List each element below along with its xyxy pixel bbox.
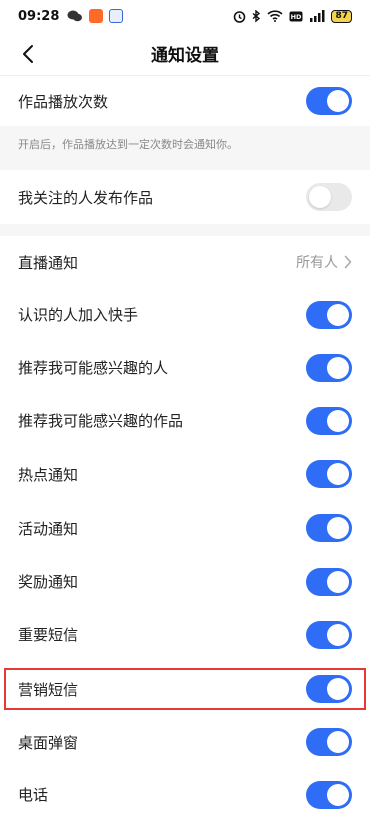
battery-indicator: 87: [331, 9, 352, 23]
setting-label: 推荐我可能感兴趣的人: [18, 359, 169, 377]
setting-row-marketing-sms: 营销短信: [0, 661, 370, 717]
setting-label: 活动通知: [18, 519, 79, 538]
toggle-switch[interactable]: [306, 728, 352, 756]
signal-icon: [310, 10, 325, 22]
toggle-knob: [327, 623, 349, 646]
kuaishou-app-icon: [89, 9, 104, 23]
setting-label: 推荐我可能感兴趣的作品: [18, 412, 184, 430]
section-divider: [0, 224, 370, 236]
toggle-knob: [327, 570, 349, 593]
toggle-knob: [327, 303, 349, 326]
chevron-right-icon: [344, 255, 352, 269]
svg-text:HD: HD: [291, 13, 302, 21]
toggle-knob: [327, 731, 349, 753]
toggle-switch[interactable]: [306, 300, 352, 329]
app-icon: [109, 9, 124, 23]
toggle-knob: [327, 783, 349, 806]
toggle-play-count[interactable]: [306, 87, 352, 115]
setting-row-play-count: 作品播放次数: [0, 76, 370, 126]
setting-row: 电话: [0, 767, 370, 822]
toggle-switch[interactable]: [306, 620, 352, 649]
setting-label: 电话: [18, 786, 49, 804]
toggle-knob: [327, 463, 349, 485]
page-title: 通知设置: [151, 46, 219, 66]
setting-row-follow-post: 我关注的人发布作品: [0, 170, 370, 224]
back-button[interactable]: [14, 40, 42, 68]
setting-row: 重要短信: [0, 608, 370, 661]
toggle-switch[interactable]: [306, 514, 352, 542]
setting-row: 活动通知: [0, 501, 370, 555]
setting-label: 直播通知: [18, 253, 79, 272]
setting-label: 奖励通知: [18, 573, 79, 591]
setting-row: 桌面弹窗: [0, 717, 370, 767]
toggle-switch[interactable]: [306, 406, 352, 435]
toggle-knob: [327, 90, 349, 112]
wechat-icon: [67, 10, 83, 22]
setting-label: 重要短信: [18, 626, 79, 644]
setting-label: 桌面弹窗: [18, 733, 79, 752]
setting-label: 热点通知: [18, 465, 79, 484]
setting-label: 营销短信: [18, 680, 79, 699]
toggle-switch[interactable]: [306, 460, 352, 488]
toggle-knob: [327, 356, 349, 379]
toggle-knob: [327, 678, 349, 700]
setting-hint: 开启后，作品播放达到一定次数时会通知你。: [0, 126, 370, 170]
toggle-knob: [327, 409, 349, 432]
system-icons: HD 87: [233, 9, 352, 23]
setting-label: 我关注的人发布作品: [18, 188, 154, 207]
toggle-switch[interactable]: [306, 780, 352, 809]
setting-row: 认识的人加入快手: [0, 288, 370, 341]
toggle-switch[interactable]: [306, 567, 352, 596]
toggle-marketing-sms[interactable]: [306, 675, 352, 703]
status-bar: 09:28 HD 87: [0, 0, 370, 32]
setting-row: 热点通知: [0, 447, 370, 501]
bluetooth-icon: [253, 9, 261, 22]
setting-row-live[interactable]: 直播通知 所有人: [0, 236, 370, 288]
setting-label: 作品播放次数: [18, 92, 109, 111]
setting-row: 推荐我可能感兴趣的人: [0, 341, 370, 394]
wifi-icon: [267, 10, 284, 22]
hint-text: 开启后，作品播放达到一定次数时会通知你。: [18, 138, 238, 151]
notification-icons: [67, 9, 124, 23]
setting-row: 推荐我可能感兴趣的作品: [0, 394, 370, 447]
hd-icon: HD: [289, 11, 303, 21]
live-audience-value: 所有人: [296, 255, 338, 271]
nav-bar: 通知设置: [0, 32, 370, 76]
toggle-knob: [327, 517, 349, 539]
toggle-follow-post[interactable]: [306, 183, 352, 211]
status-time: 09:28: [18, 8, 60, 24]
toggle-knob: [309, 186, 331, 208]
chevron-left-icon: [23, 45, 33, 63]
setting-label: 认识的人加入快手: [18, 306, 139, 324]
alarm-icon: [234, 10, 246, 23]
toggle-switch[interactable]: [306, 353, 352, 382]
setting-row: 奖励通知: [0, 555, 370, 608]
